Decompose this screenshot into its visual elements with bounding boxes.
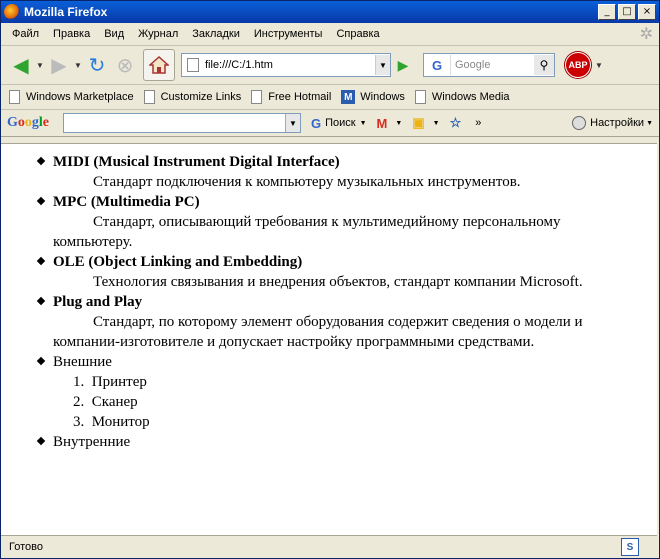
search-input[interactable]: Google — [451, 59, 534, 71]
menu-help[interactable]: Справка — [329, 28, 386, 40]
page-icon — [9, 90, 20, 104]
list-item: 1. Принтер — [73, 374, 147, 390]
settings-button[interactable]: Настройки ▼ — [572, 116, 653, 130]
list-item: 3. Монитор — [73, 414, 150, 430]
back-dropdown-icon[interactable]: ▼ — [35, 61, 45, 70]
bullet-icon — [36, 256, 46, 266]
menu-history[interactable]: Журнал — [131, 28, 185, 40]
throbber-icon: ✲ — [639, 26, 653, 43]
chevron-down-icon: ▼ — [359, 119, 367, 127]
chevron-down-icon: ▼ — [395, 119, 403, 127]
url-bar[interactable]: file:///C:/1.htm ▼ — [181, 53, 391, 77]
bullet-icon — [36, 296, 46, 306]
list-item: Внутренние — [36, 432, 657, 452]
list-item: 2. Сканер — [73, 394, 138, 410]
list-item: MPC (Multimedia PC) Стандарт, описывающи… — [36, 192, 657, 252]
url-text[interactable]: file:///C:/1.htm — [205, 59, 375, 71]
bookmarks-toolbar: Windows Marketplace Customize Links Free… — [1, 85, 659, 110]
google-logo[interactable]: Google — [7, 115, 49, 131]
chevron-down-icon: ▼ — [432, 119, 440, 127]
chevron-down-icon: ▼ — [646, 119, 653, 127]
menu-view[interactable]: Вид — [97, 28, 131, 40]
close-button[interactable]: × — [638, 4, 656, 20]
term: Plug and Play — [53, 294, 143, 310]
firefox-icon — [4, 4, 20, 20]
title-bar: Mozilla Firefox _ □ × — [1, 1, 659, 23]
google-g-icon: G — [311, 115, 322, 131]
minimize-button[interactable]: _ — [598, 4, 616, 20]
star-icon: ☆ — [449, 115, 462, 130]
status-bar: Готово S — [1, 535, 657, 558]
term: MIDI (Musical Instrument Digital Interfa… — [53, 154, 340, 170]
adblock-button[interactable]: ABP — [565, 52, 591, 78]
page-content: MIDI (Musical Instrument Digital Interfa… — [1, 143, 657, 536]
more-button[interactable]: » — [475, 117, 481, 129]
status-text: Готово — [9, 541, 43, 553]
window-title: Mozilla Firefox — [24, 5, 108, 19]
definition: Стандарт, описывающий требования к мульт… — [53, 214, 561, 250]
go-button[interactable]: ▶ — [393, 54, 413, 76]
list-item: Plug and Play Стандарт, по которому элем… — [36, 292, 657, 352]
menu-tools[interactable]: Инструменты — [247, 28, 330, 40]
google-search-button[interactable]: G Поиск ▼ — [311, 116, 367, 131]
internal-label: Внутренние — [53, 434, 131, 450]
bullet-icon — [36, 156, 46, 166]
star-button[interactable]: ☆ — [450, 115, 466, 131]
back-button[interactable]: ◀ — [7, 51, 35, 79]
devices-list: Внешние 1. Принтер 2. Сканер 3. Монитор … — [1, 352, 657, 452]
bookmark-customize-links[interactable]: Customize Links — [143, 90, 241, 104]
adblock-dropdown-icon[interactable]: ▼ — [594, 61, 604, 70]
navigation-toolbar: ◀ ▼ ▶ ▼ ↻ ⊗ file:///C:/1.htm ▼ ▶ G Googl… — [1, 46, 659, 85]
browser-window: Mozilla Firefox _ □ × Файл Правка Вид Жу… — [0, 0, 660, 559]
list-item: MIDI (Musical Instrument Digital Interfa… — [36, 152, 657, 192]
gmail-button[interactable]: M ▼ — [377, 116, 403, 131]
page-icon — [251, 90, 263, 104]
bullet-icon — [36, 356, 46, 366]
list-item: Внешние 1. Принтер 2. Сканер 3. Монитор — [36, 352, 657, 432]
bookmark-folder-icon: ▣ — [412, 115, 425, 130]
terms-list: MIDI (Musical Instrument Digital Interfa… — [1, 152, 657, 352]
bookmark-windows[interactable]: M Windows — [341, 90, 405, 104]
bookmark-free-hotmail[interactable]: Free Hotmail — [251, 90, 331, 104]
bookmark-windows-media[interactable]: Windows Media — [414, 90, 510, 104]
definition: Технология связывания и внедрения объект… — [93, 274, 583, 290]
term: OLE (Object Linking and Embedding) — [53, 254, 303, 270]
home-button[interactable] — [143, 49, 175, 81]
menu-file[interactable]: Файл — [5, 28, 46, 40]
gmail-icon: M — [376, 115, 388, 131]
definition: Стандарт, по которому элемент оборудован… — [53, 314, 583, 350]
bookmarks-button[interactable]: ▣ ▼ — [412, 115, 439, 131]
maximize-button[interactable]: □ — [618, 4, 636, 20]
home-icon — [149, 56, 169, 74]
url-dropdown-icon[interactable]: ▼ — [375, 55, 390, 75]
term: MPC (Multimedia PC) — [53, 194, 200, 210]
forward-dropdown-icon[interactable]: ▼ — [73, 61, 83, 70]
page-icon — [143, 90, 155, 104]
google-search-input[interactable]: ▼ — [63, 113, 301, 133]
page-icon — [414, 90, 426, 104]
definition: Стандарт подключения к компьютеру музыка… — [93, 174, 521, 190]
page-icon — [187, 58, 199, 72]
stop-button[interactable]: ⊗ — [111, 51, 139, 79]
extension-status-icon[interactable]: S — [621, 538, 639, 556]
bookmark-windows-marketplace[interactable]: Windows Marketplace — [9, 90, 134, 104]
reload-button[interactable]: ↻ — [83, 51, 111, 79]
bullet-icon — [36, 436, 46, 446]
external-ordered-list: 1. Принтер 2. Сканер 3. Монитор — [53, 372, 657, 432]
menu-edit[interactable]: Правка — [46, 28, 97, 40]
search-magnifier-icon[interactable]: ⚲ — [534, 55, 554, 75]
google-toolbar: Google ▼ G Поиск ▼ M ▼ ▣ ▼ ☆ » Настройки ▼ — [1, 110, 659, 137]
wrench-icon — [572, 116, 587, 130]
menu-bar: Файл Правка Вид Журнал Закладки Инструме… — [1, 23, 659, 46]
google-engine-icon[interactable]: G — [424, 55, 451, 75]
google-search-dropdown-icon[interactable]: ▼ — [285, 114, 300, 132]
bullet-icon — [36, 196, 46, 206]
msn-icon: M — [341, 90, 356, 104]
external-label: Внешние — [53, 354, 112, 370]
menu-bookmarks[interactable]: Закладки — [185, 28, 247, 40]
list-item: OLE (Object Linking and Embedding) Техно… — [36, 252, 657, 292]
forward-button[interactable]: ▶ — [45, 51, 73, 79]
search-box[interactable]: G Google ⚲ — [423, 53, 555, 77]
